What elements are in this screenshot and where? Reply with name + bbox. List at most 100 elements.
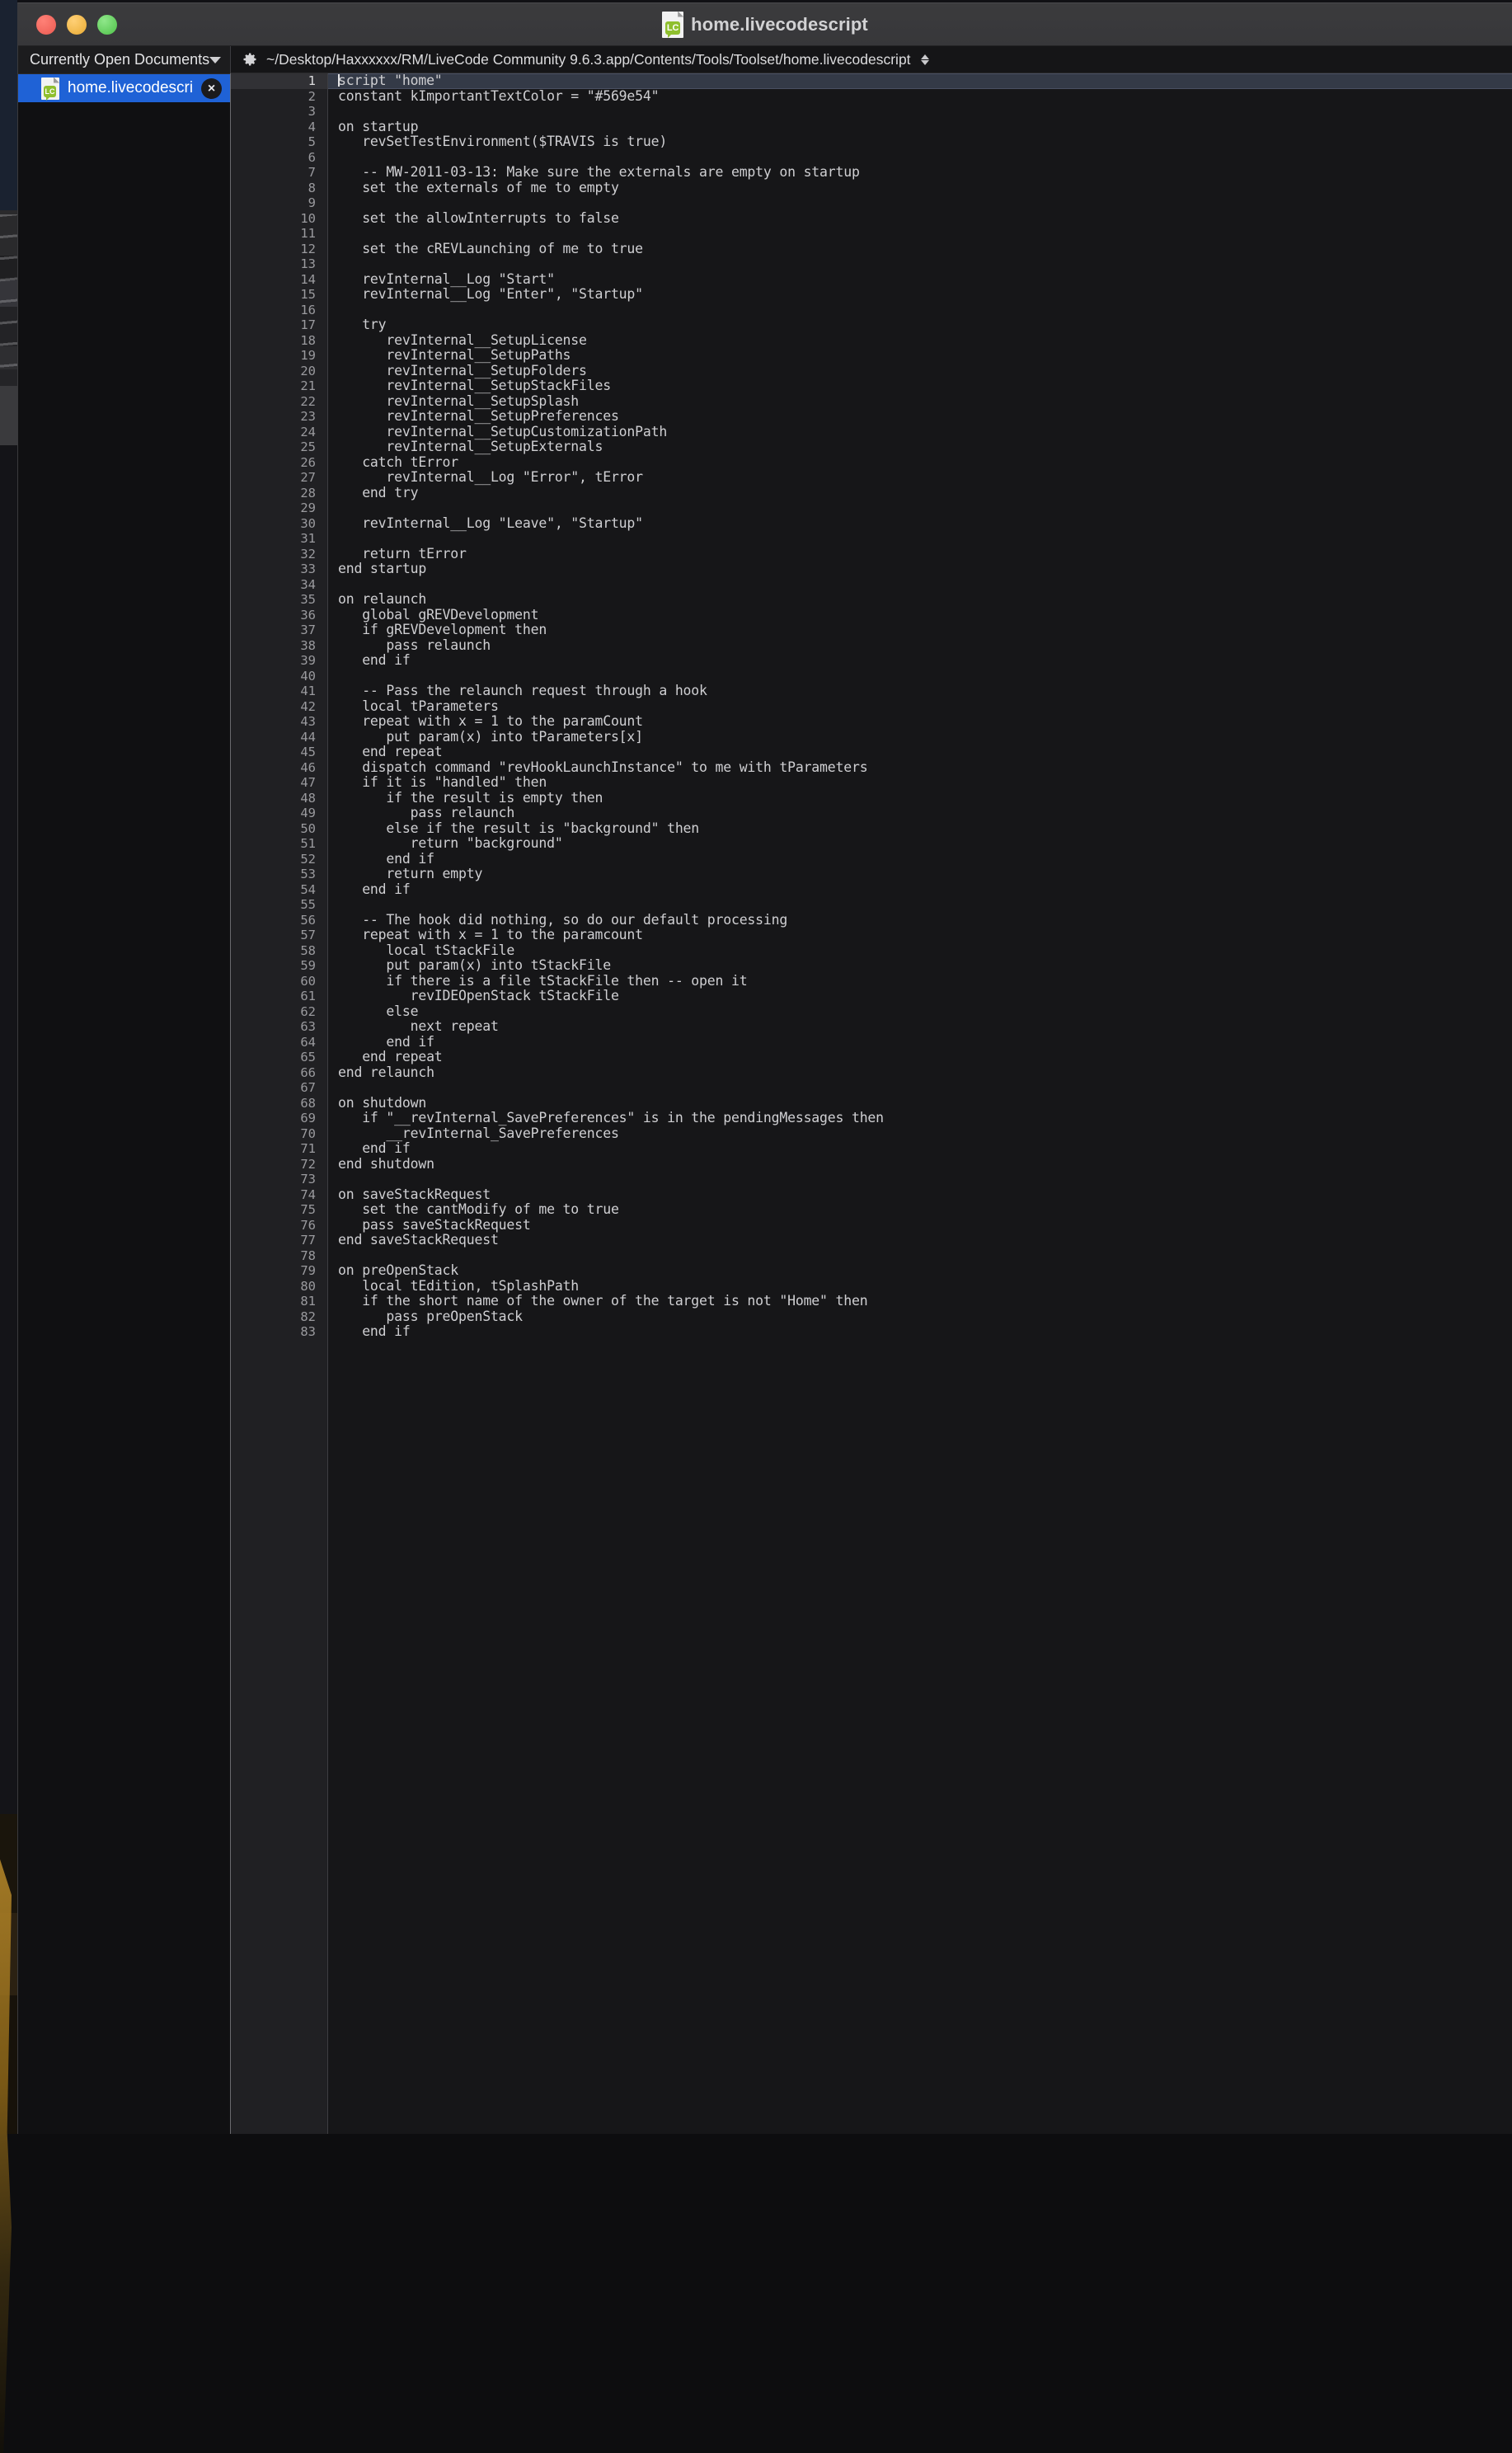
sidebar-header-label: Currently Open Documents	[30, 51, 209, 68]
line-number: 81	[231, 1294, 327, 1309]
code-line[interactable]: set the cantModify of me to true	[328, 1202, 1512, 1218]
code-line[interactable]: else	[328, 1004, 1512, 1020]
code-line[interactable]: revInternal__SetupSplash	[328, 394, 1512, 410]
code-line[interactable]: script "home"	[328, 73, 1512, 89]
code-line[interactable]: -- The hook did nothing, so do our defau…	[328, 913, 1512, 928]
code-line[interactable]: end startup	[328, 562, 1512, 577]
code-line[interactable]: end if	[328, 1035, 1512, 1050]
code-line[interactable]: end try	[328, 486, 1512, 501]
code-line[interactable]: end repeat	[328, 745, 1512, 760]
code-line[interactable]: revInternal__SetupPreferences	[328, 409, 1512, 425]
code-line[interactable]: constant kImportantTextColor = "#569e54"	[328, 89, 1512, 105]
code-line[interactable]: global gREVDevelopment	[328, 608, 1512, 623]
code-line[interactable]: on shutdown	[328, 1096, 1512, 1111]
code-line[interactable]: repeat with x = 1 to the paramCount	[328, 714, 1512, 730]
close-document-button[interactable]: ×	[201, 78, 222, 99]
code-line[interactable]: end if	[328, 653, 1512, 669]
code-line[interactable]	[328, 1080, 1512, 1096]
code-line[interactable]: set the externals of me to empty	[328, 181, 1512, 196]
code-line[interactable]: end saveStackRequest	[328, 1233, 1512, 1248]
sidebar-header-dropdown[interactable]: Currently Open Documents	[18, 46, 231, 73]
code-line[interactable]: end shutdown	[328, 1157, 1512, 1172]
chevron-down-icon[interactable]	[209, 57, 221, 63]
code-line[interactable]: set the allowInterrupts to false	[328, 211, 1512, 227]
code-line[interactable]: if gREVDevelopment then	[328, 623, 1512, 638]
code-line[interactable]: if it is "handled" then	[328, 775, 1512, 791]
code-line[interactable]: catch tError	[328, 455, 1512, 471]
code-text-area[interactable]: script "home"constant kImportantTextColo…	[328, 73, 1512, 2134]
code-line[interactable]: on startup	[328, 120, 1512, 135]
code-line[interactable]: put param(x) into tParameters[x]	[328, 730, 1512, 745]
code-line[interactable]: end if	[328, 852, 1512, 867]
code-line[interactable]: pass saveStackRequest	[328, 1218, 1512, 1234]
code-line[interactable]: revInternal__Log "Error", tError	[328, 470, 1512, 486]
code-line[interactable]: repeat with x = 1 to the paramcount	[328, 928, 1512, 943]
code-line[interactable]: __revInternal_SavePreferences	[328, 1126, 1512, 1142]
code-line[interactable]: local tStackFile	[328, 943, 1512, 959]
code-line[interactable]: revInternal__SetupPaths	[328, 348, 1512, 364]
code-line[interactable]: pass relaunch	[328, 638, 1512, 654]
window-titlebar[interactable]: LC home.livecodescript	[18, 3, 1512, 46]
code-line[interactable]: try	[328, 317, 1512, 333]
code-line[interactable]: local tParameters	[328, 699, 1512, 715]
code-line[interactable]: if there is a file tStackFile then -- op…	[328, 974, 1512, 989]
code-line[interactable]	[328, 195, 1512, 211]
code-line[interactable]	[328, 150, 1512, 166]
code-line[interactable]: end if	[328, 882, 1512, 898]
code-line[interactable]: -- MW-2011-03-13: Make sure the external…	[328, 165, 1512, 181]
code-line[interactable]	[328, 897, 1512, 913]
code-line[interactable]: on relaunch	[328, 592, 1512, 608]
gear-icon[interactable]	[242, 51, 258, 68]
code-editor[interactable]: 1234567891011121314151617181920212223242…	[231, 73, 1512, 2134]
code-line[interactable]: if the result is empty then	[328, 791, 1512, 806]
code-line[interactable]: if the short name of the owner of the ta…	[328, 1294, 1512, 1309]
path-bar[interactable]: ~/Desktop/Haxxxxxx/RM/LiveCode Community…	[231, 46, 1512, 73]
code-line[interactable]	[328, 303, 1512, 318]
code-line[interactable]: put param(x) into tStackFile	[328, 958, 1512, 974]
code-line[interactable]	[328, 104, 1512, 120]
code-line[interactable]: revSetTestEnvironment($TRAVIS is true)	[328, 134, 1512, 150]
code-line[interactable]: revInternal__Log "Enter", "Startup"	[328, 287, 1512, 303]
code-line[interactable]	[328, 1172, 1512, 1187]
code-line[interactable]: return empty	[328, 867, 1512, 882]
close-window-button[interactable]	[36, 15, 56, 35]
code-line[interactable]: pass preOpenStack	[328, 1309, 1512, 1325]
code-line[interactable]: revInternal__SetupCustomizationPath	[328, 425, 1512, 440]
code-line[interactable]: dispatch command "revHookLaunchInstance"…	[328, 760, 1512, 776]
script-editor-window: LC home.livecodescript Currently Open Do…	[17, 2, 1512, 2134]
code-line[interactable]	[328, 226, 1512, 242]
code-line[interactable]: revInternal__SetupStackFiles	[328, 378, 1512, 394]
code-line[interactable]	[328, 531, 1512, 547]
code-line[interactable]: end if	[328, 1141, 1512, 1157]
code-line[interactable]: end repeat	[328, 1050, 1512, 1065]
code-line[interactable]: -- Pass the relaunch request through a h…	[328, 684, 1512, 699]
code-line[interactable]: local tEdition, tSplashPath	[328, 1279, 1512, 1295]
code-line[interactable]: else if the result is "background" then	[328, 821, 1512, 837]
code-line[interactable]: end if	[328, 1324, 1512, 1340]
code-line[interactable]: next repeat	[328, 1019, 1512, 1035]
line-number: 35	[231, 592, 327, 608]
code-line[interactable]	[328, 500, 1512, 516]
code-line[interactable]: pass relaunch	[328, 806, 1512, 821]
sidebar-item-home-livecodescript[interactable]: LC home.livecodescript ×	[18, 73, 230, 102]
code-line[interactable]: end relaunch	[328, 1065, 1512, 1081]
code-line[interactable]: revInternal__Log "Leave", "Startup"	[328, 516, 1512, 532]
sort-updown-icon[interactable]	[921, 54, 929, 65]
minimize-window-button[interactable]	[67, 15, 87, 35]
code-line[interactable]: on saveStackRequest	[328, 1187, 1512, 1203]
code-line[interactable]: set the cREVLaunching of me to true	[328, 242, 1512, 257]
code-line[interactable]: revInternal__Log "Start"	[328, 272, 1512, 288]
code-line[interactable]: revInternal__SetupExternals	[328, 439, 1512, 455]
code-line[interactable]: return "background"	[328, 836, 1512, 852]
code-line[interactable]: revInternal__SetupFolders	[328, 364, 1512, 379]
code-line[interactable]	[328, 1248, 1512, 1264]
code-line[interactable]: return tError	[328, 547, 1512, 562]
code-line[interactable]: revIDEOpenStack tStackFile	[328, 989, 1512, 1004]
code-line[interactable]: if "__revInternal_SavePreferences" is in…	[328, 1111, 1512, 1126]
code-line[interactable]: on preOpenStack	[328, 1263, 1512, 1279]
code-line[interactable]: revInternal__SetupLicense	[328, 333, 1512, 349]
code-line[interactable]	[328, 256, 1512, 272]
code-line[interactable]	[328, 577, 1512, 593]
code-line[interactable]	[328, 669, 1512, 684]
zoom-window-button[interactable]	[97, 15, 117, 35]
